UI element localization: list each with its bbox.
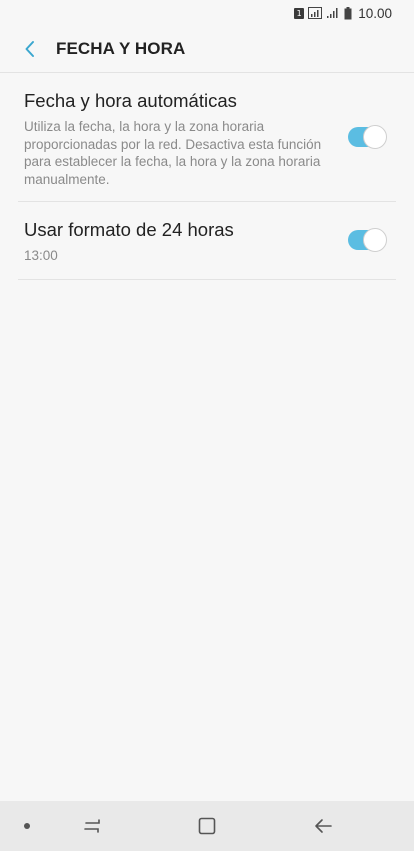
- setting-24-hour-format[interactable]: Usar formato de 24 horas 13:00: [18, 219, 396, 263]
- status-time: 10.00: [358, 5, 392, 21]
- setting-title: Fecha y hora automáticas: [24, 90, 237, 111]
- app-header: FECHA Y HORA: [0, 26, 414, 72]
- wifi-signal-icon: [308, 7, 323, 19]
- dot-icon: [12, 801, 42, 851]
- automatic-date-time-toggle[interactable]: [348, 125, 387, 149]
- back-icon: [315, 819, 332, 833]
- page-title: FECHA Y HORA: [56, 39, 186, 58]
- recent-apps-button[interactable]: [72, 801, 112, 851]
- cell-signal-icon: [327, 8, 338, 18]
- row-divider: [18, 201, 396, 202]
- home-icon: [198, 817, 216, 835]
- toggle-knob: [363, 125, 387, 149]
- setting-subtitle: 13:00: [24, 248, 58, 263]
- setting-description: Utiliza la fecha, la hora y la zona hora…: [24, 119, 322, 187]
- setting-title: Usar formato de 24 horas: [24, 219, 234, 240]
- row-divider: [18, 279, 396, 280]
- navigation-bar: [0, 801, 414, 851]
- recent-apps-icon: [84, 819, 100, 833]
- home-button[interactable]: [187, 801, 227, 851]
- 24-hour-format-toggle[interactable]: [348, 228, 387, 252]
- battery-icon: [344, 6, 352, 19]
- toggle-knob: [363, 228, 387, 252]
- sim-slot-icon: 1: [294, 7, 305, 19]
- back-button[interactable]: [10, 29, 50, 69]
- status-bar: 1 10.00: [0, 0, 414, 26]
- header-divider: [0, 72, 414, 73]
- back-nav-button[interactable]: [303, 801, 343, 851]
- chevron-left-icon: [25, 41, 34, 57]
- setting-automatic-date-time[interactable]: Fecha y hora automáticas Utiliza la fech…: [18, 90, 396, 188]
